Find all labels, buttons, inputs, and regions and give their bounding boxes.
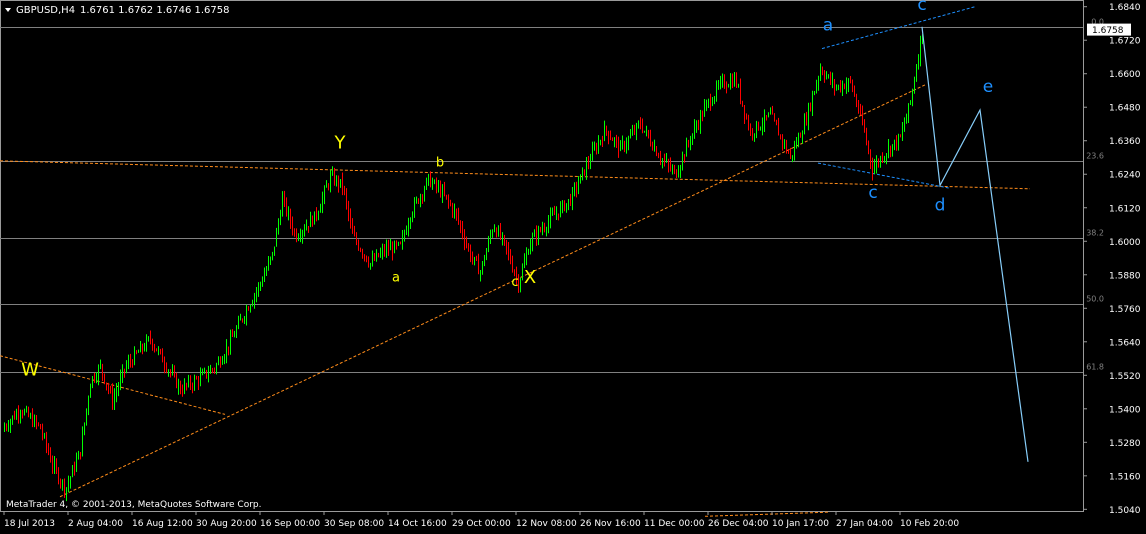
price-tick-label: 1.5280: [1109, 439, 1141, 449]
wave-label: a: [823, 15, 833, 35]
plot-frame: [0, 0, 1084, 512]
price-tick-label: 1.6480: [1109, 104, 1141, 114]
wave-label: c: [511, 275, 518, 290]
time-tick-label: 14 Oct 16:00: [388, 519, 447, 529]
time-tick-label: 2 Aug 04:00: [68, 519, 123, 529]
time-tick-label: 29 Oct 00:00: [452, 519, 511, 529]
wave-label: Y: [334, 132, 347, 153]
copyright-text: MetaTrader 4, © 2001-2013, MetaQuotes So…: [6, 500, 262, 510]
price-axis[interactable]: 1.6840 1.6720 1.6600 1.6480 1.6360 1.6240 1.61…: [1083, 3, 1141, 516]
price-tick-label: 1.6240: [1109, 171, 1141, 181]
chart-window[interactable]: 0.0 23.6 38.2 50.0 61.8 WYbacXacecd 1.6840 1.…: [0, 0, 1146, 530]
wave-label: d: [935, 196, 946, 216]
wave-label: X: [524, 267, 536, 288]
symbol-label: GBPUSD,H4: [16, 5, 75, 16]
price-tick-label: 1.5160: [1109, 472, 1141, 482]
fib-label: 61.8: [1086, 363, 1104, 372]
time-tick-label: 18 Jul 2013: [4, 519, 55, 529]
time-tick-label: 27 Jan 04:00: [836, 519, 893, 529]
price-chart[interactable]: 0.023.638.250.061.8 WYba c Xacecd 1.68401.…: [0, 0, 1146, 530]
time-axis[interactable]: 18 Jul 2013 2 Aug 04:00 16 Aug 12:00 30 Aug…: [3, 511, 959, 529]
time-tick-label: 10 Feb 20:00: [900, 519, 959, 529]
time-tick-label: 11 Dec 00:00: [644, 519, 705, 529]
time-tick-label: 30 Aug 20:00: [196, 519, 257, 529]
price-tick-label: 1.6600: [1109, 70, 1141, 80]
wave-label: e: [983, 77, 993, 97]
wave-label: c: [917, 0, 926, 15]
wave-label: c: [868, 183, 877, 203]
current-price-label: 1.6758: [1092, 26, 1124, 36]
wave-label: W: [21, 359, 39, 380]
price-tick-label: 1.5640: [1109, 338, 1141, 348]
fib-label: 50.0: [1086, 295, 1104, 304]
price-tick-label: 1.6720: [1109, 37, 1141, 47]
trendline: [704, 511, 831, 517]
price-tick-label: 1.5520: [1109, 372, 1141, 382]
price-tick-label: 1.5880: [1109, 271, 1141, 281]
fib-label: 23.6: [1086, 152, 1104, 161]
price-tick-label: 1.5400: [1109, 405, 1141, 415]
time-tick-label: 26 Dec 04:00: [708, 519, 769, 529]
wave-label: b: [436, 155, 444, 170]
time-tick-label: 12 Nov 08:00: [516, 519, 577, 529]
time-tick-label: 16 Sep 00:00: [260, 519, 320, 529]
price-tick-label: 1.6840: [1109, 3, 1141, 13]
price-tick-label: 1.5760: [1109, 305, 1141, 315]
fib-label: 38.2: [1086, 229, 1104, 238]
time-tick-label: 16 Aug 12:00: [132, 519, 193, 529]
price-tick-label: 1.6360: [1109, 137, 1141, 147]
time-tick-label: 26 Nov 16:00: [580, 519, 641, 529]
time-tick-label: 10 Jan 17:00: [772, 519, 829, 529]
price-tick-label: 1.6120: [1109, 204, 1141, 214]
time-tick-label: 30 Sep 08:00: [324, 519, 384, 529]
price-tick-label: 1.6000: [1109, 238, 1141, 248]
wave-label: a: [392, 270, 400, 285]
price-tick-label: 1.5040: [1109, 506, 1141, 516]
ohlc-values: 1.6761 1.6762 1.6746 1.6758: [80, 5, 230, 16]
